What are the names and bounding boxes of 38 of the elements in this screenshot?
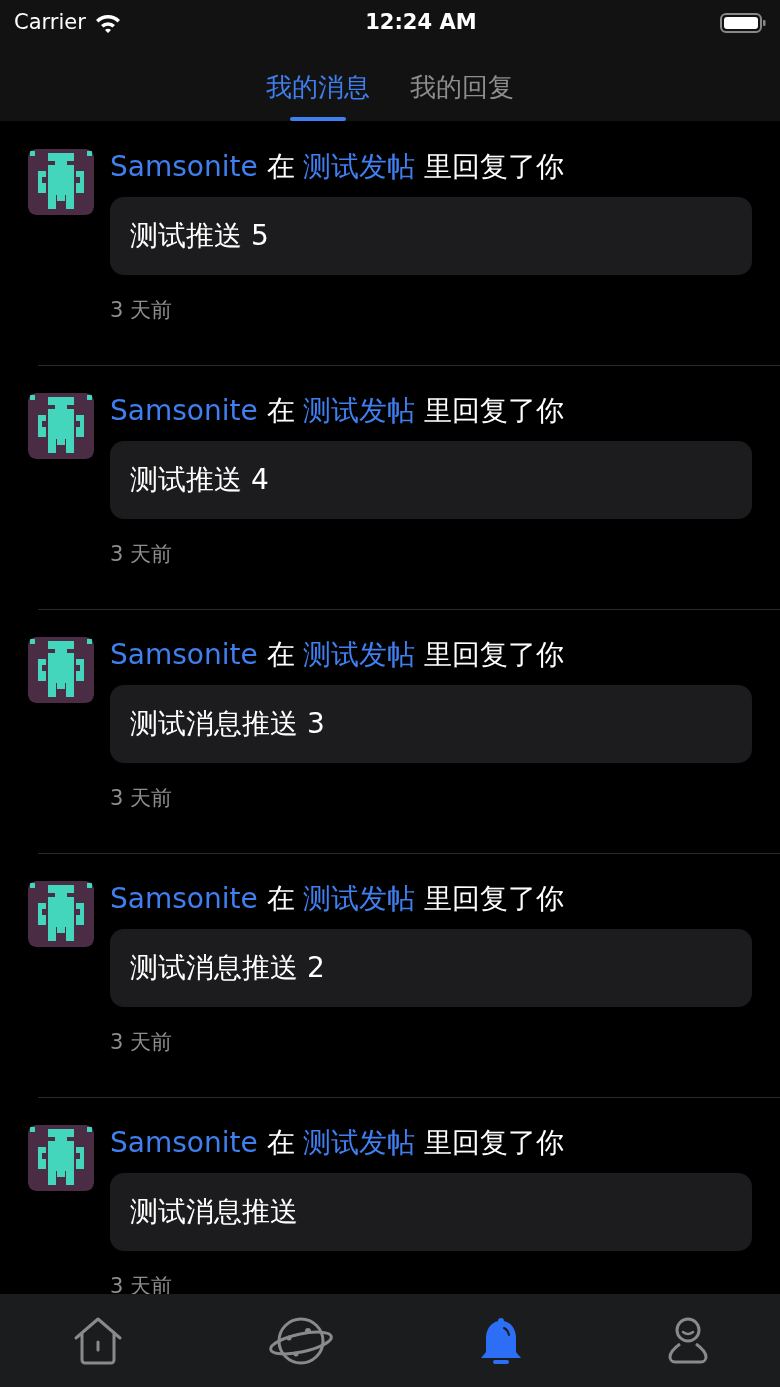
avatar	[28, 1125, 94, 1191]
post-link[interactable]: 测试发帖	[303, 638, 416, 671]
timestamp: 3 天前	[110, 785, 174, 813]
reply-notice: Samsonite 在 测试发帖 里回复了你	[110, 637, 566, 673]
message-bubble: 测试消息推送	[110, 1173, 752, 1252]
reply-notice: Samsonite 在 测试发帖 里回复了你	[110, 149, 566, 185]
user-link[interactable]: Samsonite	[110, 394, 258, 427]
post-link[interactable]: 测试发帖	[303, 1126, 416, 1159]
reply-notice: Samsonite 在 测试发帖 里回复了你	[110, 393, 566, 429]
tab[interactable]: 我的消息	[266, 60, 370, 121]
tab[interactable]: 我的回复	[410, 60, 514, 121]
message-bubble: 测试消息推送 2	[110, 929, 752, 1008]
user-link[interactable]: Samsonite	[110, 150, 258, 183]
avatar	[28, 881, 94, 947]
avatar	[28, 149, 94, 215]
reply-notice: Samsonite 在 测试发帖 里回复了你	[110, 1125, 566, 1161]
avatar	[28, 637, 94, 703]
avatar	[28, 393, 94, 459]
home-icon[interactable]	[72, 1315, 123, 1366]
planet-icon[interactable]	[267, 1315, 334, 1366]
reply-notice: Samsonite 在 测试发帖 里回复了你	[110, 881, 566, 917]
message-bubble: 测试推送 4	[110, 441, 752, 520]
message-bubble: 测试推送 5	[110, 197, 752, 276]
message-bubble: 测试消息推送 3	[110, 685, 752, 764]
battery-icon	[720, 11, 766, 34]
user-link[interactable]: Samsonite	[110, 882, 258, 915]
bell-icon[interactable]	[478, 1315, 523, 1366]
user-link[interactable]: Samsonite	[110, 638, 258, 671]
carrier-label: Carrier	[14, 8, 86, 36]
status-time: 12:24 AM	[365, 8, 477, 36]
post-link[interactable]: 测试发帖	[303, 150, 416, 183]
user-link[interactable]: Samsonite	[110, 1126, 258, 1159]
post-link[interactable]: 测试发帖	[303, 394, 416, 427]
timestamp: 3 天前	[110, 297, 174, 325]
timestamp: 3 天前	[110, 541, 174, 569]
post-link[interactable]: 测试发帖	[303, 882, 416, 915]
profile-icon[interactable]	[667, 1315, 708, 1366]
timestamp: 3 天前	[110, 1029, 174, 1057]
